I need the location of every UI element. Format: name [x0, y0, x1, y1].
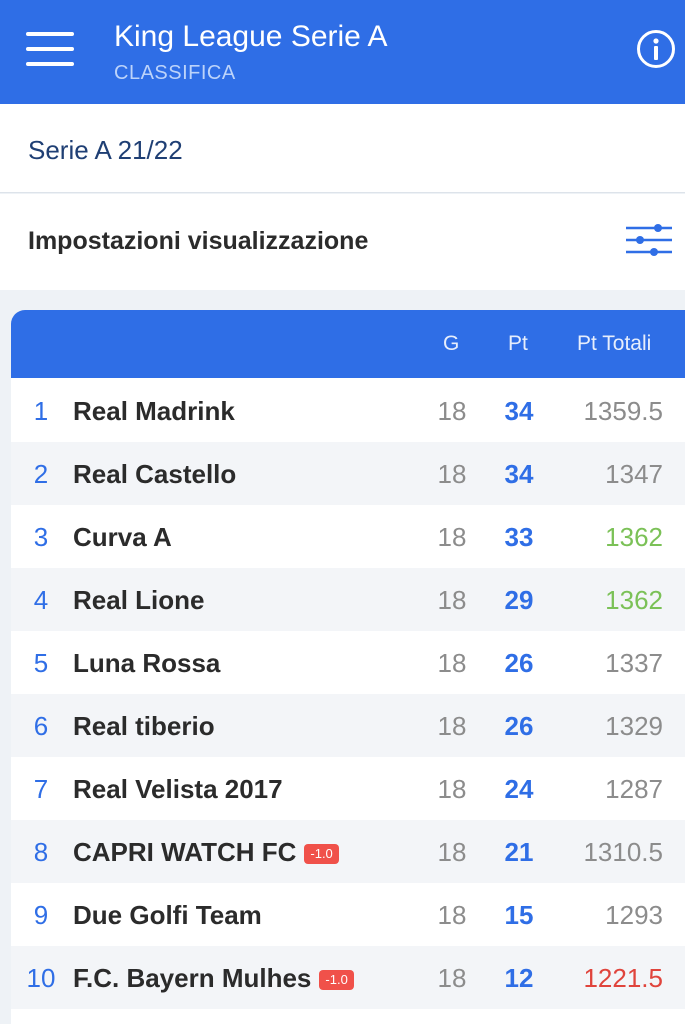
info-icon[interactable]	[636, 29, 676, 69]
rank-number: 7	[33, 774, 49, 804]
menu-line	[26, 62, 74, 66]
table-row[interactable]: 2 Real Castello 18 34 1347	[11, 442, 685, 505]
games-played: 18	[437, 837, 467, 867]
menu-line	[26, 32, 74, 36]
team-cell: Luna Rossa	[73, 648, 220, 678]
total-points: 1221.5	[583, 963, 663, 993]
team-name: Real Velista 2017	[73, 774, 283, 804]
games-played: 18	[437, 711, 467, 741]
points: 24	[504, 774, 534, 804]
total-points: 1362	[605, 585, 663, 615]
standings-table: G Pt Pt Totali 1 Real Madrink 18 34 1359.5 2 R…	[11, 310, 685, 1024]
table-row[interactable]: 9 Due Golfi Team 18 15 1293	[11, 883, 685, 946]
team-name: Luna Rossa	[73, 648, 221, 678]
team-name: Due Golfi Team	[73, 900, 262, 930]
team-cell: Due Golfi Team	[73, 900, 262, 930]
team-name: Curva A	[73, 522, 172, 552]
column-header-total-points: Pt Totali	[577, 332, 652, 355]
total-points: 1310.5	[583, 837, 663, 867]
points: 33	[504, 522, 534, 552]
total-points: 1347	[605, 459, 663, 489]
points: 34	[504, 396, 534, 426]
points: 29	[504, 585, 534, 615]
team-name: CAPRI WATCH FC	[73, 837, 297, 867]
total-points: 1329	[605, 711, 663, 741]
points: 21	[504, 837, 534, 867]
table-header: G Pt Pt Totali	[11, 310, 685, 378]
games-played: 18	[437, 522, 467, 552]
season-selector[interactable]: Serie A 21/22	[0, 104, 685, 193]
column-header-games: G	[443, 332, 460, 355]
rank-number: 2	[33, 459, 49, 489]
points: 12	[504, 963, 534, 993]
points: 34	[504, 459, 534, 489]
total-points: 1359.5	[583, 396, 663, 426]
points: 15	[504, 900, 534, 930]
points: 26	[504, 711, 534, 741]
team-cell: Real Velista 2017	[73, 774, 283, 804]
table-row[interactable]: 6 Real tiberio 18 26 1329	[11, 694, 685, 757]
hamburger-menu-icon[interactable]	[26, 30, 74, 68]
table-row[interactable]: 8 CAPRI WATCH FC -1.0 18 21 1310.5	[11, 820, 685, 883]
games-played: 18	[437, 585, 467, 615]
app-bar: King League Serie A CLASSIFICA	[0, 0, 685, 104]
total-points: 1362	[605, 522, 663, 552]
team-cell: Curva A	[73, 522, 172, 552]
table-row[interactable]: 10 F.C. Bayern Mulhes -1.0 18 12 1221.5	[11, 946, 685, 1009]
table-row[interactable]: 5 Luna Rossa 18 26 1337	[11, 631, 685, 694]
total-points: 1287	[605, 774, 663, 804]
display-settings-label: Impostazioni visualizzazione	[28, 227, 369, 255]
total-points: 1293	[605, 900, 663, 930]
team-name: Real Castello	[73, 459, 237, 489]
table-row[interactable]: 1 Real Madrink 18 34 1359.5	[11, 379, 685, 442]
rank-number: 3	[33, 522, 49, 552]
season-label: Serie A 21/22	[28, 135, 183, 165]
display-settings-row[interactable]: Impostazioni visualizzazione	[0, 194, 685, 290]
table-row[interactable]: 3 Curva A 18 33 1362	[11, 505, 685, 568]
points: 26	[504, 648, 534, 678]
table-row[interactable]: 7 Real Velista 2017 18 24 1287	[11, 757, 685, 820]
total-points: 1337	[605, 648, 663, 678]
rank-number: 1	[33, 396, 49, 426]
team-name: F.C. Bayern Mulhes	[73, 963, 312, 993]
team-cell: Real Lione	[73, 585, 204, 615]
team-cell: Real Castello	[73, 459, 236, 489]
games-played: 18	[437, 648, 467, 678]
games-played: 18	[437, 459, 467, 489]
team-cell: Real tiberio	[73, 711, 215, 741]
team-cell: F.C. Bayern Mulhes -1.0	[73, 963, 354, 993]
penalty-badge: -1.0	[304, 844, 339, 864]
menu-line	[26, 47, 74, 51]
rank-number: 6	[33, 711, 49, 741]
rank-number: 9	[33, 900, 49, 930]
column-header-points: Pt	[508, 332, 528, 355]
games-played: 18	[437, 774, 467, 804]
penalty-badge: -1.0	[319, 970, 354, 990]
sliders-icon[interactable]	[624, 222, 674, 258]
rank-number: 5	[33, 648, 49, 678]
team-name: Real Lione	[73, 585, 205, 615]
team-name: Real tiberio	[73, 711, 215, 741]
games-played: 18	[437, 900, 467, 930]
table-row[interactable]: 4 Real Lione 18 29 1362	[11, 568, 685, 631]
games-played: 18	[437, 963, 467, 993]
team-name: Real Madrink	[73, 396, 235, 426]
games-played: 18	[437, 396, 467, 426]
app-title: King League Serie A	[114, 20, 388, 53]
team-cell: CAPRI WATCH FC -1.0	[73, 837, 339, 867]
rank-number: 4	[33, 585, 49, 615]
team-cell: Real Madrink	[73, 396, 235, 426]
rank-number: 8	[33, 837, 49, 867]
rank-number: 10	[26, 963, 56, 993]
app-subtitle: CLASSIFICA	[114, 62, 236, 84]
